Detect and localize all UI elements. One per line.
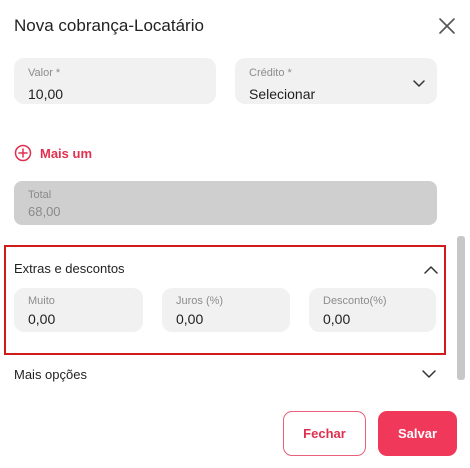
add-more-button[interactable]: Mais um: [14, 143, 92, 163]
juros-field[interactable]: Juros (%) 0,00: [162, 288, 290, 332]
total-value: 68,00: [28, 204, 61, 219]
scrollbar-thumb[interactable]: [457, 236, 465, 380]
desconto-label: Desconto(%): [323, 295, 387, 307]
credito-label: Crédito *: [249, 67, 292, 79]
desconto-field[interactable]: Desconto(%) 0,00: [309, 288, 436, 332]
muito-field[interactable]: Muito 0,00: [14, 288, 143, 332]
close-icon: [439, 18, 455, 34]
close-dialog-button[interactable]: Fechar: [283, 411, 366, 456]
credito-select[interactable]: Crédito * Selecionar: [235, 58, 437, 104]
juros-label: Juros (%): [176, 295, 224, 307]
chevron-down-icon: [413, 80, 425, 87]
add-more-label: Mais um: [40, 145, 93, 161]
valor-field[interactable]: Valor * 10,00: [14, 58, 216, 104]
form-scroll-area[interactable]: Valor * 10,00 Crédito * Selecionar Mais …: [0, 52, 456, 392]
total-label: Total: [28, 189, 52, 201]
plus-circle-icon: [14, 144, 32, 162]
modal-header: Nova cobrança-Locatário: [0, 0, 470, 52]
valor-value: 10,00: [28, 86, 64, 102]
close-button[interactable]: [436, 15, 458, 37]
more-options-header[interactable]: Mais opções: [14, 367, 87, 382]
chevron-down-icon[interactable]: [422, 370, 436, 379]
muito-value: 0,00: [28, 311, 56, 327]
valor-label: Valor *: [28, 67, 61, 79]
save-button[interactable]: Salvar: [378, 411, 457, 456]
extras-header[interactable]: Extras e descontos: [14, 261, 125, 276]
extras-section: Extras e descontos Muito 0,00 Juros (%) …: [4, 245, 446, 355]
juros-value: 0,00: [176, 311, 204, 327]
total-field: Total 68,00: [14, 181, 437, 225]
credito-value: Selecionar: [249, 86, 316, 102]
modal-title: Nova cobrança-Locatário: [14, 16, 204, 35]
desconto-value: 0,00: [323, 311, 351, 327]
muito-label: Muito: [28, 295, 55, 307]
chevron-up-icon[interactable]: [424, 265, 438, 274]
